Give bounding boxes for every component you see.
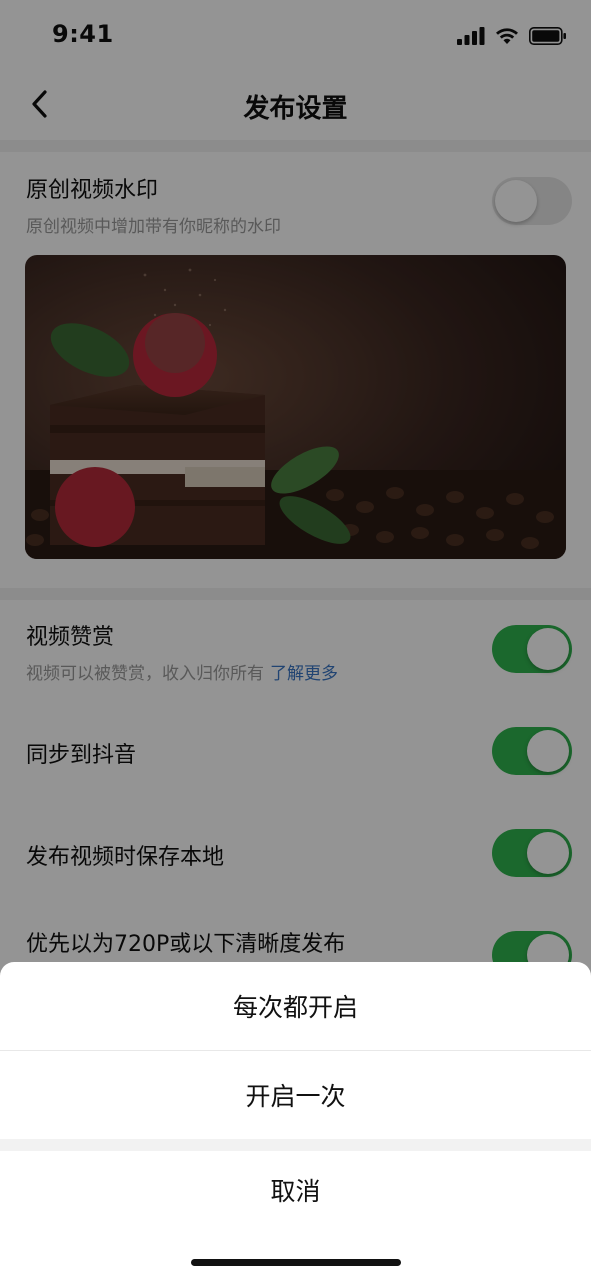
option-enable-once[interactable]: 开启一次 (0, 1051, 591, 1139)
cancel-button[interactable]: 取消 (0, 1146, 591, 1234)
home-indicator (191, 1259, 401, 1266)
option-always-enable[interactable]: 每次都开启 (0, 962, 591, 1050)
action-sheet: 每次都开启 开启一次 取消 (0, 962, 591, 1280)
